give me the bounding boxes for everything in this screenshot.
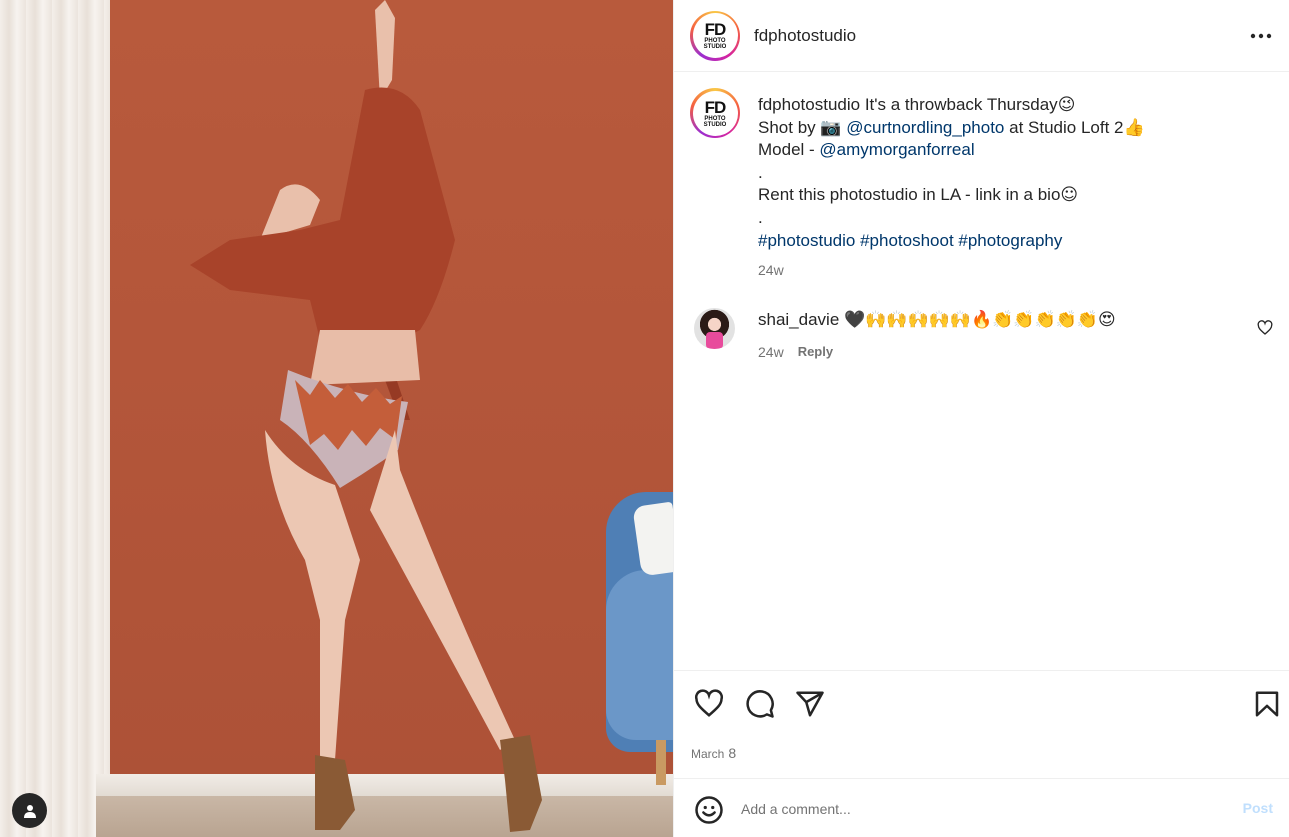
mention-photographer-link[interactable]: @curtnordling_photo bbox=[846, 118, 1004, 137]
comment-reply-button[interactable]: Reply bbox=[798, 344, 833, 360]
post-date-month: March bbox=[691, 747, 725, 761]
caption-line-4: Rent this photostudio in LA - link in a … bbox=[758, 184, 1258, 207]
user-tag-button[interactable] bbox=[12, 793, 47, 828]
caption-shot-by: Shot by bbox=[758, 117, 816, 137]
more-options-button[interactable] bbox=[1249, 24, 1273, 48]
photo-model-figure bbox=[190, 0, 542, 832]
caption-line-3: Model - @amymorganforreal bbox=[758, 139, 1258, 162]
comment-text: 🖤🙌🙌🙌🙌🙌🔥👏👏👏👏👏😍 bbox=[844, 310, 1116, 330]
caption-timestamp[interactable]: 24w bbox=[758, 259, 1258, 282]
author-avatar[interactable]: FD PHOTO STUDIO bbox=[690, 10, 740, 61]
comment-meta: 24w Reply bbox=[758, 344, 833, 360]
post-comment-button[interactable]: Post bbox=[1243, 800, 1273, 816]
post-date[interactable]: March 8 bbox=[691, 745, 736, 761]
post-photo[interactable] bbox=[0, 0, 673, 837]
caption-line-2: Shot by 📷 @curtnordling_photo at Studio … bbox=[758, 117, 1258, 140]
comment-timestamp[interactable]: 24w bbox=[758, 344, 784, 360]
caption-body: fdphotostudio It's a throwback Thursday😉… bbox=[758, 94, 1258, 282]
post-date-day: 8 bbox=[728, 745, 737, 761]
bookmark-icon[interactable] bbox=[1252, 689, 1282, 719]
comment-body: shai_davie 🖤🙌🙌🙌🙌🙌🔥👏👏👏👏👏😍 bbox=[758, 310, 1116, 330]
thumbs-up-emoji: 👍 bbox=[1123, 117, 1145, 138]
smile-emoji: ☺ bbox=[1060, 185, 1079, 206]
smiley-icon[interactable] bbox=[694, 795, 724, 825]
heart-icon[interactable] bbox=[694, 689, 724, 719]
user-tag-icon bbox=[23, 804, 36, 818]
photo-curtain bbox=[0, 0, 110, 837]
camera-emoji: 📷 bbox=[820, 117, 842, 138]
author-username[interactable]: fdphotostudio bbox=[754, 26, 856, 46]
comment-icon[interactable] bbox=[745, 689, 775, 719]
wink-emoji: 😉 bbox=[1057, 95, 1076, 115]
mention-model-link[interactable]: @amymorganforreal bbox=[819, 140, 974, 159]
send-icon[interactable] bbox=[795, 689, 825, 719]
caption-avatar-logo-text: FD bbox=[704, 97, 727, 117]
caption-dot-2: . bbox=[758, 207, 763, 227]
caption-location: at Studio Loft 2 bbox=[1009, 117, 1124, 137]
comment-item: shai_davie 🖤🙌🙌🙌🙌🙌🔥👏👏👏👏👏😍 24w Reply bbox=[694, 308, 1273, 368]
post-header: FD PHOTO STUDIO fdphotostudio bbox=[674, 0, 1289, 72]
avatar-logo-text: FD bbox=[704, 20, 727, 39]
more-horizontal-icon bbox=[1250, 33, 1272, 39]
commenter-username[interactable]: shai_davie bbox=[758, 310, 839, 329]
avatar-logo-subtext: PHOTO STUDIO bbox=[703, 38, 727, 50]
caption-author-avatar[interactable]: FD PHOTO STUDIO bbox=[690, 88, 740, 138]
caption-dot-1: . bbox=[758, 162, 763, 182]
post-side-panel: FD PHOTO STUDIO fdphotostudio FD PHOTO S… bbox=[673, 0, 1289, 837]
post-actions: March 8 bbox=[674, 670, 1289, 778]
photo-chair-leg bbox=[656, 740, 666, 785]
caption-hashtags[interactable]: #photostudio #photoshoot #photography bbox=[758, 230, 1258, 253]
comment-composer: Post bbox=[674, 778, 1289, 837]
caption-model-prefix: Model - bbox=[758, 140, 815, 160]
caption-rent-text: Rent this photostudio in LA - link in a … bbox=[758, 185, 1061, 205]
caption-username[interactable]: fdphotostudio bbox=[758, 95, 860, 114]
caption-line-1: fdphotostudio It's a throwback Thursday😉 bbox=[758, 94, 1258, 117]
comment-like-icon[interactable] bbox=[1257, 320, 1273, 336]
commenter-avatar[interactable] bbox=[694, 308, 735, 349]
comment-input[interactable] bbox=[741, 798, 1221, 820]
caption-avatar-logo-subtext: PHOTO STUDIO bbox=[703, 115, 727, 128]
caption-text-1: It's a throwback Thursday bbox=[864, 95, 1058, 114]
